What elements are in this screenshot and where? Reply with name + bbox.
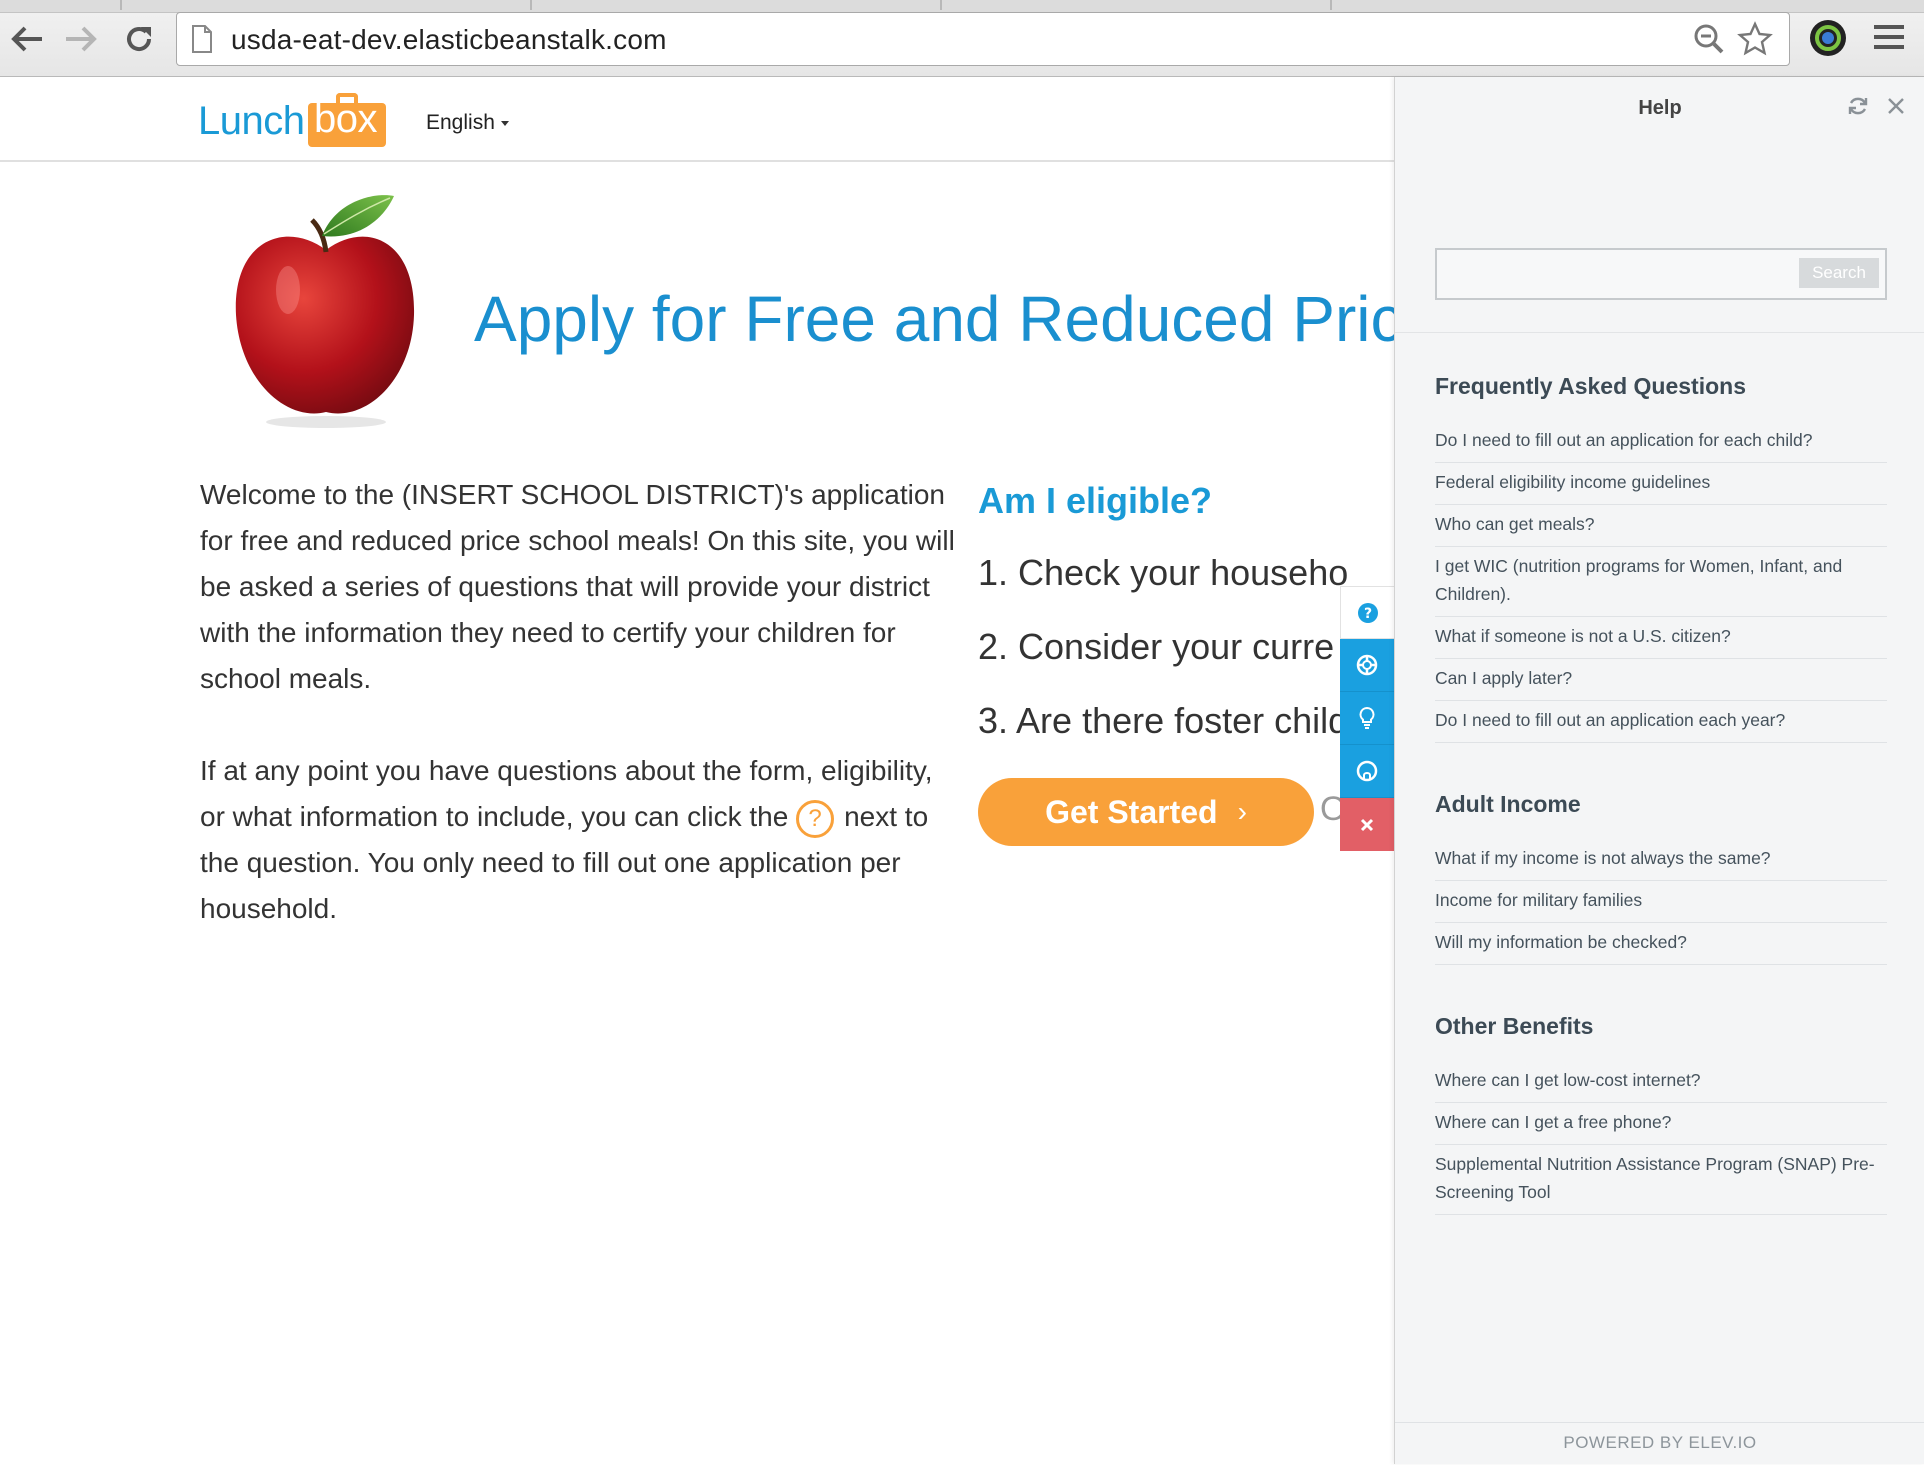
help-article-link[interactable]: Do I need to fill out an application for… — [1435, 421, 1887, 463]
close-icon — [1360, 818, 1374, 831]
support-tab-button[interactable] — [1340, 639, 1394, 692]
lightbulb-icon — [1359, 706, 1375, 729]
intro-paragraph-help: If at any point you have questions about… — [200, 748, 960, 932]
help-article-link[interactable]: I get WIC (nutrition programs for Women,… — [1435, 547, 1887, 617]
powered-by-footer[interactable]: POWERED BY ELEV.IO — [1395, 1422, 1924, 1465]
intro-paragraph: Welcome to the (INSERT SCHOOL DISTRICT)'… — [200, 479, 955, 694]
url-text: usda-eat-dev.elasticbeanstalk.com — [231, 24, 667, 55]
tab-edge — [120, 0, 122, 10]
eligibility-step: 2. Consider your curre — [978, 626, 1335, 667]
reload-button[interactable] — [118, 18, 160, 60]
faq-list: Do I need to fill out an application for… — [1435, 421, 1887, 743]
help-search-input[interactable]: Search — [1435, 248, 1887, 300]
reload-icon — [127, 27, 152, 52]
help-search-area: Search — [1395, 172, 1924, 333]
browser-toolbar: usda-eat-dev.elasticbeanstalk.com — [0, 0, 1924, 77]
camera-extension-icon[interactable] — [1808, 18, 1848, 58]
ideas-tab-button[interactable] — [1340, 692, 1394, 745]
apple-image — [235, 195, 415, 428]
help-article-link[interactable]: Federal eligibility income guidelines — [1435, 463, 1887, 505]
eligibility-step: 3. Are there foster childre — [978, 700, 1381, 741]
help-widget-tabs: ? — [1340, 586, 1394, 851]
section-title-faq: Frequently Asked Questions — [1435, 373, 1746, 399]
help-article-link[interactable]: Can I apply later? — [1435, 659, 1887, 701]
tab-edge — [1330, 0, 1332, 10]
help-search-button[interactable]: Search — [1799, 258, 1879, 288]
bookmark-star-icon[interactable] — [1737, 21, 1773, 57]
get-started-button[interactable]: Get Started › — [978, 778, 1314, 846]
help-article-link[interactable]: What if someone is not a U.S. citizen? — [1435, 617, 1887, 659]
logo-box: box — [308, 97, 386, 147]
forward-button[interactable] — [60, 18, 102, 60]
logo-text-box: box — [314, 97, 378, 141]
adult-income-list: What if my income is not always the same… — [1435, 839, 1887, 965]
help-question-icon: ? — [796, 799, 835, 838]
section-title-adult-income: Adult Income — [1435, 791, 1581, 817]
intro-text: Welcome to the (INSERT SCHOOL DISTRICT)'… — [200, 472, 960, 978]
back-button[interactable] — [6, 18, 48, 60]
tab-edge — [530, 0, 532, 10]
caret-down-icon — [500, 120, 509, 126]
back-arrow-icon — [11, 26, 42, 52]
close-widget-button[interactable] — [1340, 798, 1394, 851]
eligibility-heading: Am I eligible? — [978, 480, 1213, 521]
help-articles: Frequently Asked Questions Do I need to … — [1435, 369, 1887, 1259]
menu-icon[interactable] — [1872, 22, 1906, 52]
logo-text-lunch: Lunch — [198, 99, 305, 143]
help-article-link[interactable]: Who can get meals? — [1435, 505, 1887, 547]
eligibility-steps: 1. Check your househo 2. Consider your c… — [978, 552, 1380, 774]
other-benefits-list: Where can I get low-cost internet? Where… — [1435, 1061, 1887, 1215]
help-article-link[interactable]: Do I need to fill out an application eac… — [1435, 701, 1887, 743]
help-article-link[interactable]: What if my income is not always the same… — [1435, 839, 1887, 881]
close-icon[interactable] — [1885, 95, 1907, 117]
section-title-other-benefits: Other Benefits — [1435, 1013, 1594, 1039]
help-tab-button[interactable]: ? — [1340, 586, 1394, 639]
help-panel-header: Help — [1395, 77, 1924, 172]
question-circle-icon: ? — [1357, 602, 1378, 623]
chevron-right-icon: › — [1237, 796, 1247, 827]
tab-edge — [940, 0, 942, 10]
forward-arrow-icon — [66, 26, 97, 52]
github-tab-button[interactable] — [1340, 745, 1394, 798]
main-content: Apply for Free and Reduced Price Welcome… — [0, 162, 1394, 1464]
github-icon — [1356, 760, 1378, 782]
language-label: English — [426, 111, 495, 134]
zoom-icon[interactable] — [1693, 23, 1725, 55]
help-panel-title: Help — [1638, 97, 1682, 119]
svg-text:?: ? — [1363, 606, 1371, 622]
get-started-label: Get Started — [1045, 793, 1218, 830]
refresh-icon[interactable] — [1847, 95, 1869, 117]
lifebuoy-icon — [1356, 654, 1378, 676]
page-icon — [192, 25, 212, 53]
language-dropdown[interactable]: English — [426, 111, 509, 135]
help-article-link[interactable]: Supplemental Nutrition Assistance Progra… — [1435, 1145, 1887, 1215]
help-article-link[interactable]: Where can I get low-cost internet? — [1435, 1061, 1887, 1103]
page-title: Apply for Free and Reduced Price — [474, 283, 1394, 355]
help-article-link[interactable]: Where can I get a free phone? — [1435, 1103, 1887, 1145]
help-panel: Help Search Frequently Asked Questions D… — [1394, 77, 1924, 1464]
eligibility-step: 1. Check your househo — [978, 552, 1349, 593]
help-article-link[interactable]: Income for military families — [1435, 881, 1887, 923]
site-header: Lunch box English — [0, 77, 1394, 162]
help-article-link[interactable]: Will my information be checked? — [1435, 923, 1887, 965]
address-bar[interactable]: usda-eat-dev.elasticbeanstalk.com — [176, 12, 1790, 66]
